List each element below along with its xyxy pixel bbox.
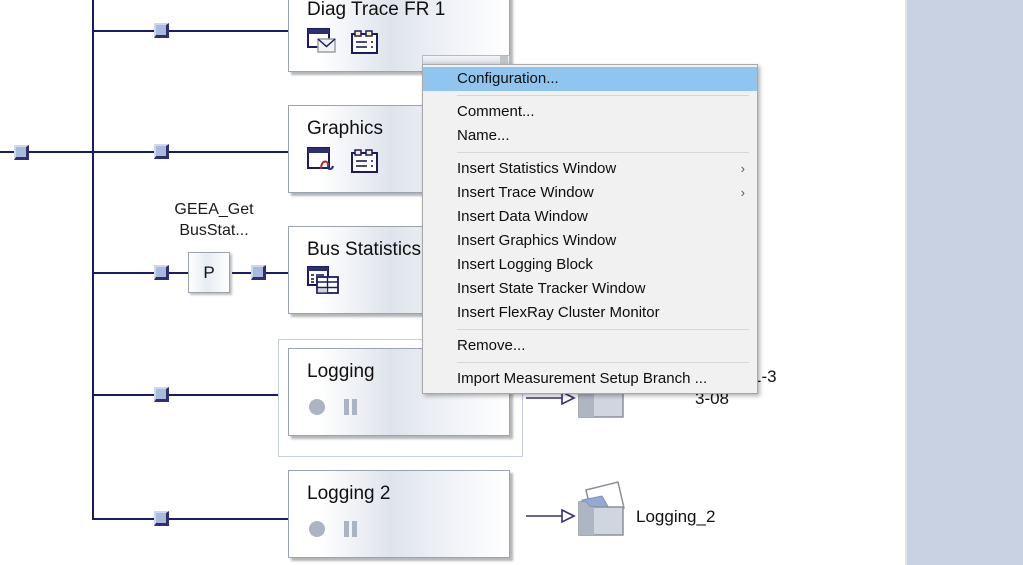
context-menu-item[interactable]: Insert Graphics Window [423, 229, 757, 253]
function-block-p-label: P [203, 262, 215, 282]
connector-node-bus-statistics-in[interactable] [154, 265, 169, 280]
bus-vertical-main [92, 0, 94, 520]
connector-node-logging2[interactable] [154, 511, 169, 526]
context-menu-separator [457, 95, 749, 96]
block-icon-group [307, 147, 378, 178]
connector-node-trunk[interactable] [14, 145, 29, 160]
wire-branch-diag-trace [92, 30, 288, 32]
wire-branch-bus-statistics [92, 272, 188, 274]
function-block-name-line1: GEEA_Get [174, 201, 254, 218]
context-menu-item[interactable]: Insert State Tracker Window [423, 277, 757, 301]
context-menu-item[interactable]: Name... [423, 124, 757, 148]
record-dot-icon [307, 518, 327, 543]
context-menu-item[interactable]: Insert Data Window [423, 205, 757, 229]
context-menu-item[interactable]: Import Measurement Setup Branch ... [423, 367, 757, 391]
block-icon-group [307, 266, 339, 299]
output-node-logging2-file[interactable] [524, 478, 629, 545]
wire-branch-logging2 [92, 518, 288, 520]
output-label-line1: Logging_2 [636, 507, 716, 526]
chevron-right-icon: › [740, 185, 745, 200]
block-icon-group [307, 28, 378, 59]
block-title: Graphics [307, 118, 384, 139]
connector-node-logging[interactable] [154, 387, 169, 402]
right-dock-panel[interactable] [907, 0, 1023, 565]
window-graph-icon [307, 147, 337, 178]
chevron-right-icon: › [740, 161, 745, 176]
measurement-setup-canvas[interactable]: GEEA_Get BusStat... P Diag Trace FR 1 Gr… [0, 0, 1023, 565]
context-menu-item[interactable]: Insert Statistics Window › [423, 157, 757, 181]
wire-branch-graphics [92, 151, 288, 153]
connector-node-bus-statistics-out[interactable] [251, 265, 266, 280]
context-menu-separator [457, 362, 749, 363]
clipboard-list-icon [351, 30, 378, 59]
clipboard-list-icon [351, 149, 378, 178]
output-label-logging2-file: Logging_2 [636, 506, 715, 528]
connector-node-diag-trace[interactable] [154, 23, 169, 38]
statistics-table-icon [307, 266, 339, 299]
block-title: Diag Trace FR 1 [307, 0, 446, 20]
window-envelope-icon [307, 28, 337, 59]
context-menu-item[interactable]: Insert Logging Block [423, 253, 757, 277]
pause-icon [341, 396, 361, 421]
context-menu-list: Configuration... Comment... Name... Insert … [423, 67, 757, 391]
context-menu-item[interactable]: Comment... [423, 100, 757, 124]
context-menu-separator [457, 152, 749, 153]
connector-node-graphics[interactable] [154, 144, 169, 159]
block-icon-group [307, 396, 361, 421]
block-title: Logging [307, 361, 375, 382]
block-logging-2[interactable]: Logging 2 [288, 470, 510, 558]
pause-icon [341, 518, 361, 543]
record-dot-icon [307, 396, 327, 421]
context-menu-item[interactable]: Remove... [423, 334, 757, 358]
function-block-p[interactable]: P [188, 252, 230, 293]
context-menu[interactable]: Configuration... Comment... Name... Insert … [422, 64, 758, 394]
wire-branch-logging [92, 394, 288, 396]
function-block-name: GEEA_Get BusStat... [131, 199, 297, 241]
function-block-name-line2: BusStat... [179, 222, 249, 239]
block-icon-group [307, 518, 361, 543]
block-title: Logging 2 [307, 483, 391, 504]
context-menu-item[interactable]: Insert FlexRay Cluster Monitor [423, 301, 757, 325]
context-menu-item[interactable]: Configuration... [423, 67, 757, 91]
context-menu-separator [457, 329, 749, 330]
context-menu-item[interactable]: Insert Trace Window › [423, 181, 757, 205]
block-title: Bus Statistics [307, 239, 422, 260]
